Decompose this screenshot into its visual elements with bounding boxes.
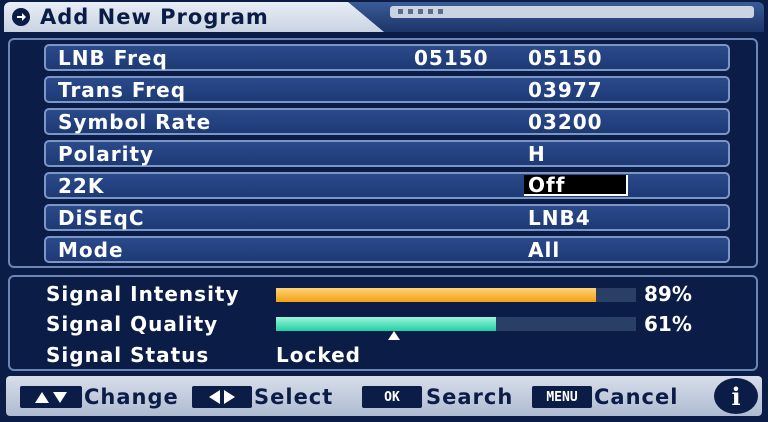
- search-label: Search: [426, 385, 514, 409]
- setting-label: Trans Freq: [58, 78, 187, 102]
- cancel-label: Cancel: [594, 385, 679, 409]
- title-bar-slot: [390, 6, 754, 18]
- up-down-key[interactable]: [20, 386, 82, 408]
- setting-value[interactable]: All: [528, 238, 560, 263]
- info-icon: i: [731, 381, 741, 411]
- arrow-right-circle-icon: [12, 8, 30, 26]
- signal-intensity-percent: 89%: [644, 282, 692, 306]
- setting-value-primary: 05150: [414, 46, 489, 70]
- setting-label: Mode: [58, 238, 124, 262]
- setting-row-diseqc[interactable]: DiSEqC LNB4: [44, 204, 730, 231]
- setting-label: LNB Freq: [58, 46, 168, 70]
- menu-key-text: MENU: [546, 389, 578, 405]
- signal-quality-percent: 61%: [644, 312, 692, 336]
- ok-key-text: OK: [384, 389, 400, 405]
- page-title: Add New Program: [40, 5, 269, 29]
- setting-label: Symbol Rate: [58, 110, 212, 134]
- footer-bar: Change Select OK Search MENU Cancel i: [6, 376, 762, 416]
- signal-status-label: Signal Status: [46, 343, 210, 367]
- signal-intensity-fill: [276, 288, 597, 302]
- select-label: Select: [254, 385, 334, 409]
- menu-key[interactable]: MENU: [532, 386, 592, 408]
- arrow-down-icon: [53, 391, 67, 403]
- signal-intensity-bar: [276, 288, 636, 302]
- settings-panel: LNB Freq 05150 05150 Trans Freq 03977 Sy…: [8, 38, 758, 268]
- left-right-key[interactable]: [192, 386, 252, 408]
- ok-key[interactable]: OK: [362, 386, 422, 408]
- setting-value[interactable]: 03200: [528, 110, 603, 135]
- arrow-left-icon: [209, 390, 220, 404]
- signal-quality-label: Signal Quality: [46, 312, 219, 336]
- signal-intensity-label: Signal Intensity: [46, 282, 240, 306]
- setting-row-symbol-rate[interactable]: Symbol Rate 03200: [44, 108, 730, 135]
- signal-status-value: Locked: [276, 343, 361, 367]
- arrow-up-icon: [35, 391, 49, 403]
- setting-value[interactable]: 05150: [528, 46, 603, 71]
- setting-value-selected[interactable]: Off: [524, 175, 628, 196]
- signal-quality-fill: [276, 317, 496, 331]
- setting-value[interactable]: 03977: [528, 78, 603, 103]
- setting-label: 22K: [58, 174, 105, 198]
- setting-value[interactable]: LNB4: [528, 206, 591, 231]
- title-bar: Add New Program: [4, 2, 348, 32]
- setting-row-lnb-freq[interactable]: LNB Freq 05150 05150: [44, 44, 730, 71]
- setting-row-trans-freq[interactable]: Trans Freq 03977: [44, 76, 730, 103]
- caret-up-icon: [388, 331, 400, 340]
- title-bar-dots: [398, 9, 443, 15]
- setting-row-polarity[interactable]: Polarity H: [44, 140, 730, 167]
- change-label: Change: [84, 385, 179, 409]
- setting-label: DiSEqC: [58, 206, 145, 230]
- signal-quality-bar: [276, 317, 636, 331]
- setting-value[interactable]: H: [528, 142, 546, 167]
- setting-label: Polarity: [58, 142, 155, 166]
- info-button[interactable]: i: [714, 378, 758, 414]
- setting-row-mode[interactable]: Mode All: [44, 236, 730, 263]
- setting-row-22k[interactable]: 22K Off: [44, 172, 730, 199]
- arrow-right-icon: [224, 390, 235, 404]
